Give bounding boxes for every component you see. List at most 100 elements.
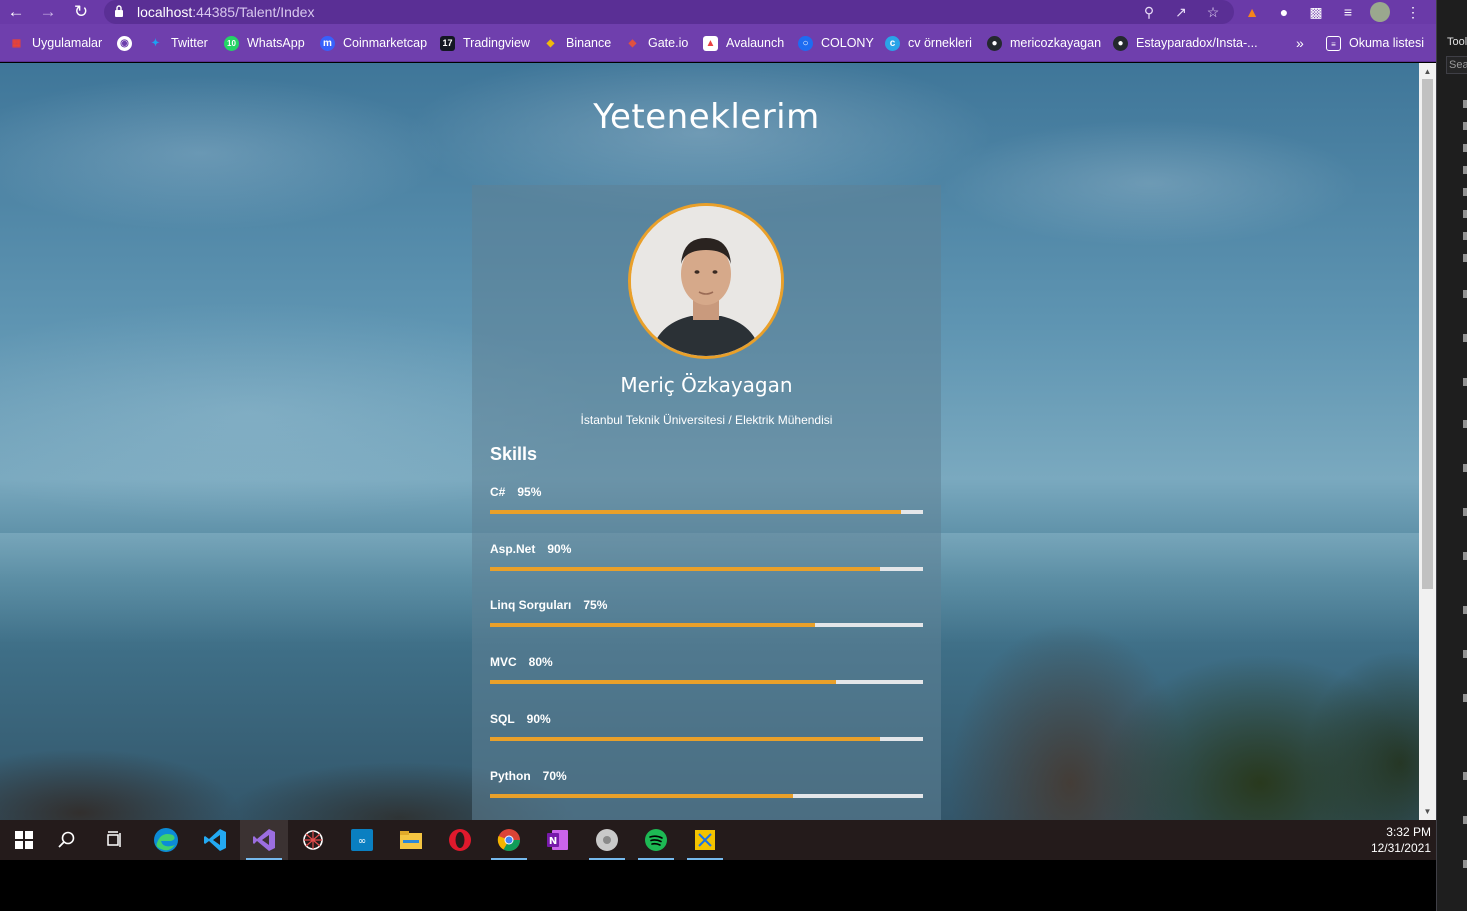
toolbox-item-icon[interactable] xyxy=(1463,290,1467,298)
taskbar-spotify[interactable] xyxy=(632,820,680,860)
taskbar-media[interactable] xyxy=(583,820,631,860)
skill-percent: 75% xyxy=(583,598,608,612)
settings-web-icon xyxy=(303,830,323,850)
taskbar-file-explorer[interactable] xyxy=(387,820,435,860)
profile-avatar-icon[interactable] xyxy=(1370,2,1390,22)
skill-progress-track xyxy=(490,680,923,684)
avalaunch-icon: ▲ xyxy=(703,35,718,51)
taskbar-chrome[interactable] xyxy=(485,820,533,860)
bookmark-twitter[interactable]: ✦ Twitter xyxy=(148,33,208,53)
toolbox-item-icon[interactable] xyxy=(1463,772,1467,780)
toolbox-item-icon[interactable] xyxy=(1463,552,1467,560)
skill-row: C# 95% xyxy=(490,485,923,525)
forward-arrow-icon[interactable]: → xyxy=(37,2,59,22)
puzzle-icon[interactable]: ▩ xyxy=(1306,3,1326,21)
reload-icon[interactable]: ↻ xyxy=(70,2,92,22)
reading-list-button[interactable]: ≡ Okuma listesi xyxy=(1326,33,1424,53)
profile-name: Meriç Özkayagan xyxy=(620,373,793,397)
bookmark-gateio[interactable]: ◆ Gate.io xyxy=(625,33,689,53)
task-view-button[interactable] xyxy=(91,820,139,860)
toolbox-item-icon[interactable] xyxy=(1463,188,1467,196)
apps-grid-icon: ▦ xyxy=(11,37,22,49)
scroll-up-icon[interactable]: ▲ xyxy=(1423,67,1432,76)
skill-name: Asp.Net xyxy=(490,542,536,556)
zoom-icon[interactable]: ⚲ xyxy=(1140,3,1158,21)
page-scrollbar[interactable]: ▲ ▼ xyxy=(1419,63,1436,820)
bookmark-uygulamalar[interactable]: ▦ Uygulamalar xyxy=(9,33,102,53)
taskbar-opera[interactable] xyxy=(436,820,484,860)
bookmark-tradingview[interactable]: 17 Tradingview xyxy=(440,33,530,53)
skill-row: Linq Sorguları 75% xyxy=(490,598,923,638)
scroll-down-icon[interactable]: ▼ xyxy=(1423,807,1432,816)
bookmark-avalaunch[interactable]: ▲ Avalaunch xyxy=(703,33,784,53)
edge-icon xyxy=(154,828,178,852)
browser-toolbar: ← → ↻ localhost:44385/Talent/Index ⚲ ↗ ☆… xyxy=(0,0,1436,24)
taskbar-web-app[interactable] xyxy=(289,820,337,860)
taskbar-snip-tool[interactable] xyxy=(681,820,729,860)
bookmark-star-icon[interactable]: ☆ xyxy=(1204,3,1222,21)
url-text: localhost:44385/Talent/Index xyxy=(137,4,315,20)
bookmark-binance[interactable]: ◆ Binance xyxy=(543,33,612,53)
bookmark-colony[interactable]: ○ COLONY xyxy=(798,33,874,53)
taskbar-edge[interactable] xyxy=(142,820,190,860)
scroll-thumb[interactable] xyxy=(1422,79,1433,589)
toolbox-search-input[interactable]: Sear xyxy=(1446,56,1467,74)
bookmarks-overflow-button[interactable]: » xyxy=(1296,33,1304,53)
taskbar-onenote[interactable]: N xyxy=(534,820,582,860)
menu-kebab-icon[interactable]: ⋮ xyxy=(1403,3,1423,21)
toolbox-item-icon[interactable] xyxy=(1463,606,1467,614)
toolbox-item-icon[interactable] xyxy=(1463,816,1467,824)
bookmark-cv-ornekleri[interactable]: c cv örnekleri xyxy=(885,33,972,53)
toolbox-item-icon[interactable] xyxy=(1463,144,1467,152)
metamask-icon[interactable]: ▲ xyxy=(1242,3,1262,21)
skill-row: Python 70% xyxy=(490,769,923,809)
ide-side-panel: Tool Sear xyxy=(1436,0,1467,911)
bookmark-mericozkayagan[interactable]: ● mericozkayagan xyxy=(987,33,1101,53)
toolbox-item-icon[interactable] xyxy=(1463,464,1467,472)
toolbox-item-icon[interactable] xyxy=(1463,378,1467,386)
media-icon xyxy=(596,829,618,851)
toolbox-item-icon[interactable] xyxy=(1463,166,1467,174)
media-queue-icon[interactable]: ≡ xyxy=(1338,3,1358,21)
skill-percent: 70% xyxy=(542,769,567,783)
binance-icon: ◆ xyxy=(546,37,555,49)
system-clock[interactable]: 3:32 PM 12/31/2021 xyxy=(1371,824,1431,856)
toolbox-item-icon[interactable] xyxy=(1463,122,1467,130)
clock-time: 3:32 PM xyxy=(1386,825,1431,839)
bookmark-estayparadox[interactable]: ● Estayparadox/Insta-... xyxy=(1113,33,1258,53)
cv-site-icon: c xyxy=(885,35,900,51)
toolbox-item-icon[interactable] xyxy=(1463,860,1467,868)
bookmark-globe[interactable]: ◉ xyxy=(117,33,140,53)
coinmarketcap-icon: m xyxy=(320,35,335,51)
toolbox-item-icon[interactable] xyxy=(1463,100,1467,108)
taskbar-search-button[interactable] xyxy=(43,820,91,860)
skill-row: SQL 90% xyxy=(490,712,923,752)
address-bar[interactable]: localhost:44385/Talent/Index ⚲ ↗ ☆ xyxy=(104,0,1234,24)
toolbox-item-icon[interactable] xyxy=(1463,650,1467,658)
windows-start-button[interactable] xyxy=(0,820,48,860)
skill-progress-track xyxy=(490,510,923,514)
vscode-icon xyxy=(204,829,226,851)
toolbox-item-icon[interactable] xyxy=(1463,232,1467,240)
bookmark-coinmarketcap[interactable]: m Coinmarketcap xyxy=(320,33,427,53)
extension-icon[interactable]: ● xyxy=(1274,3,1294,21)
toolbox-item-icon[interactable] xyxy=(1463,210,1467,218)
page-viewport: Yeteneklerim Meriç Özkayagan İstanbul Te… xyxy=(0,63,1419,820)
toolbox-item-icon[interactable] xyxy=(1463,694,1467,702)
github-icon: ● xyxy=(987,35,1002,51)
onenote-icon: N xyxy=(547,830,568,850)
back-arrow-icon[interactable]: ← xyxy=(5,2,27,22)
page-title: Yeteneklerim xyxy=(593,97,820,137)
windows-taskbar: ∞ N 3:32 PM 12/31/2021 xyxy=(0,820,1436,860)
skill-name: Python xyxy=(490,769,531,783)
toolbox-item-icon[interactable] xyxy=(1463,254,1467,262)
toolbox-item-icon[interactable] xyxy=(1463,508,1467,516)
bookmark-whatsapp[interactable]: 10 WhatsApp xyxy=(224,33,305,53)
taskbar-arduino[interactable]: ∞ xyxy=(338,820,386,860)
share-icon[interactable]: ↗ xyxy=(1172,3,1190,21)
skill-row: MVC 80% xyxy=(490,655,923,695)
toolbox-item-icon[interactable] xyxy=(1463,420,1467,428)
taskbar-vscode[interactable] xyxy=(191,820,239,860)
taskbar-visual-studio[interactable] xyxy=(240,820,288,860)
toolbox-item-icon[interactable] xyxy=(1463,334,1467,342)
